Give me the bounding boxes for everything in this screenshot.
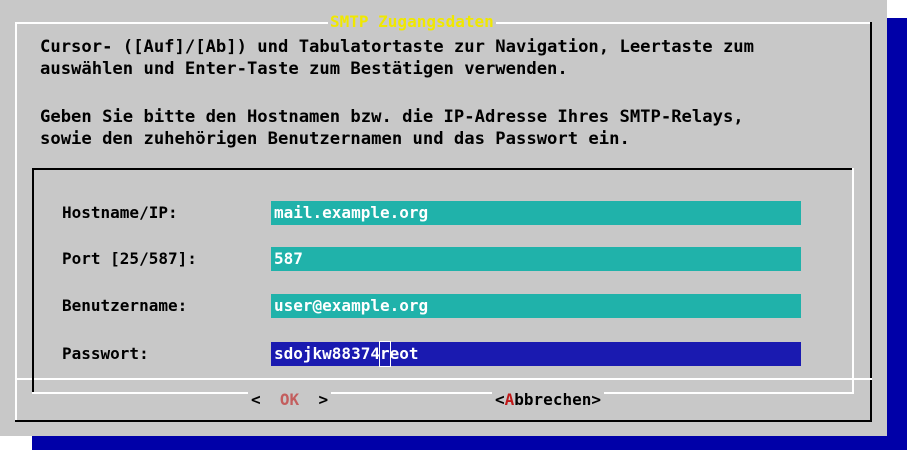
ok-bracket-left: <	[251, 390, 261, 409]
password-label: Passwort:	[62, 344, 149, 363]
cancel-button[interactable]: <Abbrechen>	[492, 388, 604, 412]
cancel-hotkey: A	[504, 390, 515, 409]
prompt-text-line-1: Geben Sie bitte den Hostnamen bzw. die I…	[40, 107, 744, 127]
form-frame-right	[852, 168, 854, 394]
ok-label: OK	[279, 390, 300, 409]
dialog-frame-left	[15, 22, 17, 422]
username-label: Benutzername:	[62, 296, 188, 315]
form-frame-left	[32, 168, 34, 393]
ok-bracket-right: >	[318, 390, 329, 409]
port-label: Port [25/587]:	[62, 249, 197, 268]
help-text-line-1: Cursor- ([Auf]/[Ab]) und Tabulatortaste …	[40, 37, 754, 57]
password-value-start: sdojkw88374	[274, 344, 380, 363]
port-input[interactable]: 587	[271, 247, 801, 271]
hostname-label: Hostname/IP:	[62, 203, 178, 222]
cancel-bracket-left: <	[495, 390, 505, 409]
hostname-input[interactable]: mail.example.org	[271, 201, 801, 225]
cancel-bracket-right: >	[591, 390, 601, 409]
password-value-end: eot	[389, 344, 419, 363]
smtp-dialog: SMTP Zugangsdaten Cursor- ([Auf]/[Ab]) u…	[0, 0, 887, 436]
prompt-text-line-2: sowie den zuhehörigen Benutzernamen und …	[40, 129, 630, 149]
button-separator	[15, 378, 872, 380]
dialog-title: SMTP Zugangsdaten	[328, 10, 496, 34]
help-text-line-2: auswählen und Enter-Taste zum Bestätigen…	[40, 59, 568, 79]
cancel-label: bbrechen	[514, 390, 592, 409]
ok-button[interactable]: < OK >	[248, 388, 332, 412]
dialog-frame-right	[870, 22, 872, 422]
text-cursor: r	[379, 341, 391, 367]
username-input[interactable]: user@example.org	[271, 294, 801, 318]
dialog-frame-bottom	[15, 420, 872, 422]
password-input[interactable]: sdojkw88374reot	[271, 341, 801, 367]
form-frame-bottom	[32, 392, 854, 394]
form-frame-top	[32, 168, 852, 170]
